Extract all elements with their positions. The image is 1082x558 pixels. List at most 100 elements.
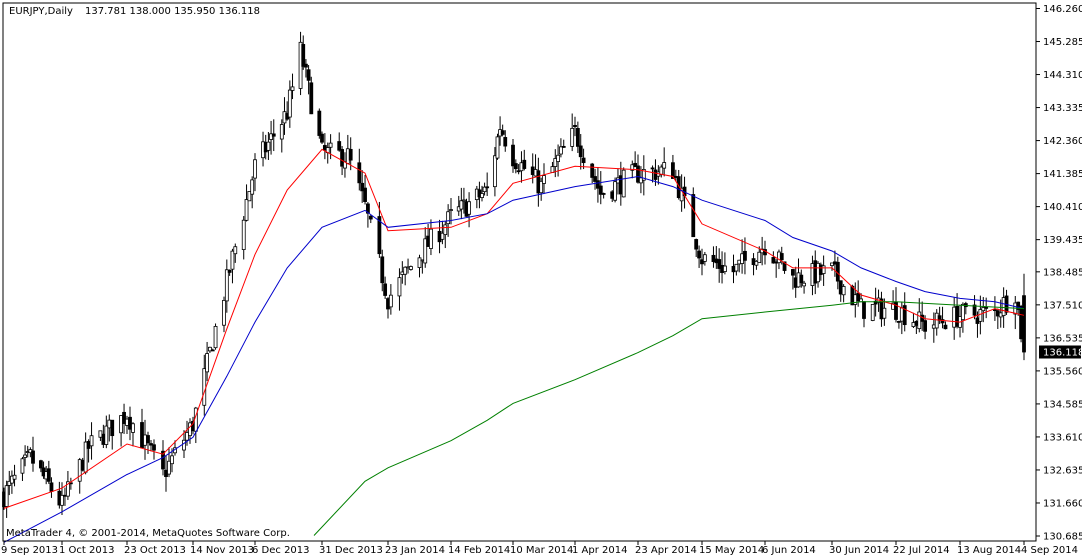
candle-body-up — [978, 309, 983, 322]
candle-body-down — [511, 144, 515, 167]
candle-body-down — [368, 215, 373, 220]
candle-body-up — [802, 282, 806, 287]
candle-body-up — [167, 460, 171, 475]
candle-body-up — [244, 199, 249, 221]
candle-body-up — [77, 459, 82, 482]
candle-body-down — [522, 159, 527, 169]
candle-body-up — [449, 209, 453, 211]
candle-body-up — [241, 219, 246, 250]
candle-body-up — [702, 254, 707, 262]
x-tick-label: 1 Oct 2013 — [59, 545, 114, 556]
candle-body-down — [573, 125, 577, 128]
candle-body-up — [757, 251, 762, 264]
x-tick-label: 23 Oct 2013 — [124, 545, 186, 556]
candle-body-up — [542, 175, 546, 184]
candle — [80, 457, 85, 472]
candle-body-down — [862, 301, 866, 319]
x-tick-label: 31 Dec 2013 — [319, 545, 383, 556]
candle-body-down — [691, 194, 696, 238]
symbol-label: EURJPY,Daily — [9, 6, 73, 17]
candle-body-up — [493, 155, 497, 188]
candle-body-up — [233, 246, 238, 255]
candle-body-up — [12, 474, 17, 480]
y-tick-label: 135.560 — [1043, 366, 1082, 377]
candle-body-down — [380, 256, 385, 284]
candle-body-down — [227, 269, 232, 273]
candle-body-up — [125, 418, 129, 426]
candle-body-up — [266, 141, 271, 151]
candle-body-up — [462, 199, 466, 202]
candle-body-up — [250, 179, 255, 195]
candle-body-up — [723, 265, 727, 272]
candle-body-down — [601, 193, 606, 195]
candle-body-up — [443, 224, 448, 236]
candle — [621, 167, 626, 198]
candle-body-down — [140, 422, 144, 449]
candle-body-down — [304, 63, 308, 68]
candle-body-up — [107, 419, 112, 429]
candle-body-down — [31, 450, 35, 464]
candle-body-down — [110, 419, 115, 437]
candle-body-up — [495, 136, 500, 159]
candle-body-up — [185, 432, 189, 441]
candle-body-down — [503, 137, 508, 147]
candle-body-up — [143, 434, 147, 446]
candlestick-chart: 146.260 145.285 144.310 143.335 142.360 141.3… — [0, 0, 1082, 558]
candle-body-up — [205, 353, 209, 373]
candle-body-up — [328, 142, 333, 148]
y-tick-label: 132.635 — [1043, 465, 1082, 476]
candle-body-down — [743, 250, 747, 261]
candle-body-up — [4, 485, 9, 507]
candle-body-up — [613, 181, 617, 201]
candle-body-down — [317, 110, 322, 136]
candle-body-up — [480, 193, 484, 198]
candle-body-up — [446, 211, 451, 225]
candle-body-up — [841, 286, 846, 296]
candle-body-down — [500, 130, 505, 135]
candle-body-up — [20, 458, 25, 474]
candle-body-up — [397, 277, 402, 297]
candle-body-up — [224, 269, 229, 302]
x-tick-label: 14 Feb 2014 — [448, 545, 510, 556]
candle-body-up — [467, 201, 471, 215]
candle-body-up — [213, 326, 218, 349]
candle-body-down — [63, 494, 67, 497]
y-tick-label: 131.660 — [1043, 498, 1082, 509]
candle-body-up — [559, 146, 563, 155]
candle-body-up — [202, 368, 207, 406]
candle-body-down — [309, 82, 314, 115]
candle-body-up — [429, 228, 433, 249]
ohlc-readout: 137.781 138.000 135.950 136.118 — [85, 6, 260, 17]
candle-body-down — [357, 162, 362, 184]
candle-body-down — [561, 145, 566, 148]
y-tick-label: 146.260 — [1043, 4, 1082, 15]
candle-body-down — [383, 283, 388, 296]
candle-body-up — [188, 422, 192, 437]
candle-body-down — [306, 69, 311, 81]
candle-body-down — [337, 141, 342, 151]
candle-body-down — [46, 468, 51, 482]
x-tick-label: 23 Jan 2014 — [385, 545, 445, 556]
x-tick-label: 6 Jun 2014 — [762, 545, 816, 556]
candle-body-down — [578, 145, 583, 158]
x-tick-label: 15 May 2014 — [699, 545, 764, 556]
candle-body-down — [271, 133, 276, 137]
candle-body-up — [253, 159, 257, 179]
candle-body-up — [290, 86, 295, 91]
candle-body-up — [131, 423, 135, 433]
x-tick-label: 9 Sep 2013 — [1, 545, 58, 556]
candle-body-down — [128, 416, 132, 430]
candle-body-up — [83, 441, 88, 473]
candle-body-down — [320, 133, 324, 143]
copyright-text: MetaTrader 4, © 2001-2014, MetaQuotes So… — [6, 528, 290, 539]
candle-body-down — [590, 163, 595, 178]
y-tick-label: 140.410 — [1043, 202, 1082, 213]
candle-body-down — [39, 460, 43, 469]
y-tick-label: 145.285 — [1043, 37, 1082, 48]
candle-body-down — [972, 304, 977, 316]
candle-body-down — [49, 482, 54, 492]
candle-body-up — [89, 435, 94, 447]
candle-body-up — [556, 154, 560, 162]
candle-body-down — [164, 469, 168, 477]
candle-body-up — [570, 127, 575, 147]
